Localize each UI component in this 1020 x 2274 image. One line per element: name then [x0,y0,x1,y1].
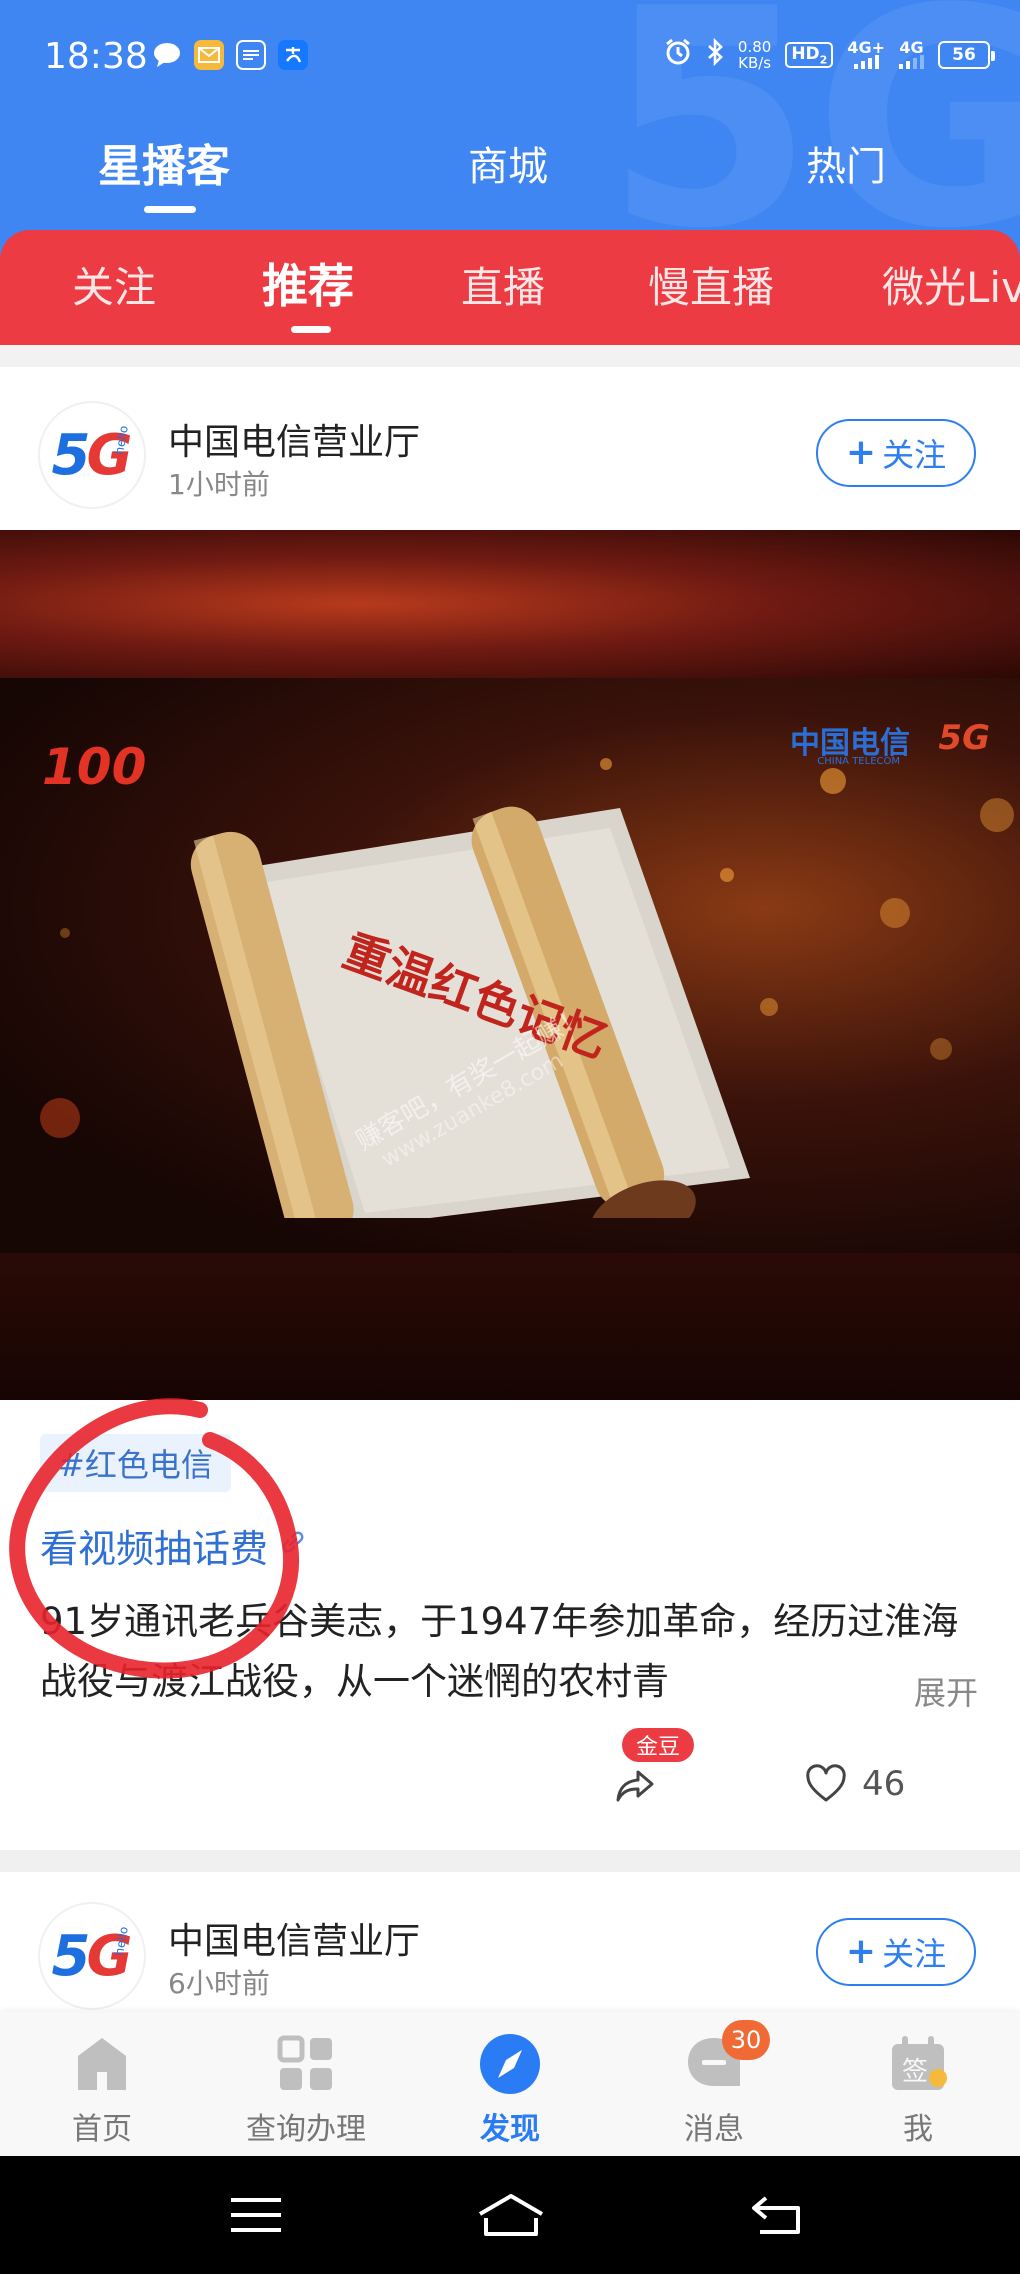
bluetooth-icon [706,37,724,72]
video-bottom-band [0,1253,1020,1400]
back-icon[interactable] [748,2190,808,2240]
top-tabs: 星播客 商城 热门 [0,130,1020,213]
sign-in-calendar-icon: 签 [892,2036,947,2090]
link-icon [280,1529,306,1562]
video-lottery-link[interactable]: 看视频抽话费 [40,1518,306,1573]
expand-button[interactable]: 展开 [897,1668,978,1714]
status-bar: 18:38 0.80 KB/s HD2 4G+ 4G 56 [0,0,1020,115]
plus-icon: + [845,1931,877,1972]
feed-card: 5G hello 中国电信营业厅 6小时前 + 关注 [0,1872,1020,2012]
svg-text:签: 签 [902,2057,928,2087]
tab-follow[interactable]: 关注 [72,254,156,315]
signal-bars-icon [899,55,924,69]
nav-me[interactable]: 签 我 [818,2012,1018,2156]
nav-discover[interactable]: 发现 [410,2012,610,2156]
video-top-band [0,530,1020,678]
tab-hot[interactable]: 热门 [806,134,886,192]
tab-live[interactable]: 直播 [461,254,545,315]
mail-icon [194,40,224,70]
hd-voice-badge: HD2 [785,41,834,69]
avatar[interactable]: 5G hello [40,403,144,507]
compass-icon [480,2034,540,2094]
plus-icon: + [845,432,877,473]
signal-4g: 4G [899,40,924,69]
status-indicators: 0.80 KB/s HD2 4G+ 4G 56 [664,37,995,72]
home-gesture-icon[interactable] [476,2190,546,2240]
menu-icon[interactable] [226,2190,286,2240]
video-player[interactable]: 100 中国电信 CHINA TELECOM 5G 重温红色记忆 赚客吧，有奖一… [0,530,1020,1400]
like-heart-icon[interactable] [804,1762,848,1806]
scroll-illustration: 重温红色记忆 [190,806,750,1218]
notification-icons [152,40,308,70]
signal-4g-plus: 4G+ [847,40,885,69]
category-tabs: 关注 推荐 直播 慢直播 微光Live [0,230,1020,345]
topic-tag[interactable]: #红色电信 [40,1434,231,1492]
card-divider [0,1850,1020,1872]
system-navigation-bar [0,2156,1020,2274]
card-header: 5G hello 中国电信营业厅 1小时前 + 关注 [0,367,1020,527]
net-speed: 0.80 KB/s [737,38,772,72]
battery-indicator: 56 [938,41,995,69]
sub-tab-indicator [291,326,331,333]
alipay-icon [278,40,308,70]
author-name[interactable]: 中国电信营业厅 [168,413,420,465]
post-time: 1小时前 [168,468,270,501]
centenary-emblem: 100 [42,738,147,796]
home-icon [78,2038,126,2090]
alarm-icon [664,38,692,72]
post-time: 6小时前 [168,1967,270,2000]
author-name[interactable]: 中国电信营业厅 [168,1912,420,1964]
brand-5g-logo: 5G [938,718,990,758]
tab-weiguang-live[interactable]: 微光Live [882,254,1020,315]
follow-button[interactable]: + 关注 [816,419,976,487]
card-header: 5G hello 中国电信营业厅 6小时前 + 关注 [0,1872,1020,2032]
tab-recommend[interactable]: 推荐 [262,250,354,316]
gold-bean-badge: 金豆 [622,1728,695,1762]
nav-home[interactable]: 首页 [2,2012,202,2156]
nav-messages[interactable]: 30 消息 [614,2012,814,2156]
signal-bars-icon [853,55,879,69]
tab-mall[interactable]: 商城 [468,134,548,192]
video-frame: 100 中国电信 CHINA TELECOM 5G 重温红色记忆 赚客吧，有奖一… [0,678,1020,1253]
bottom-navigation: 首页 查询办理 发现 30 消息 签 我 [0,2012,1020,2156]
share-icon[interactable] [612,1762,660,1810]
like-count: 46 [862,1764,906,1804]
unread-badge: 30 [722,2020,770,2060]
chat-bubble-icon [152,40,182,70]
status-time: 18:38 [44,36,148,77]
avatar[interactable]: 5G hello [40,1904,144,2008]
follow-button[interactable]: + 关注 [816,1918,976,1986]
tab-slow-live[interactable]: 慢直播 [648,254,774,315]
tab-xingboke[interactable]: 星播客 [98,130,230,194]
top-tab-indicator [144,206,196,213]
nav-query[interactable]: 查询办理 [206,2012,406,2156]
message-icon: 30 [682,2020,770,2096]
grid-icon [277,2035,332,2090]
message-icon [236,40,266,70]
feed-top-strip [0,345,1020,367]
